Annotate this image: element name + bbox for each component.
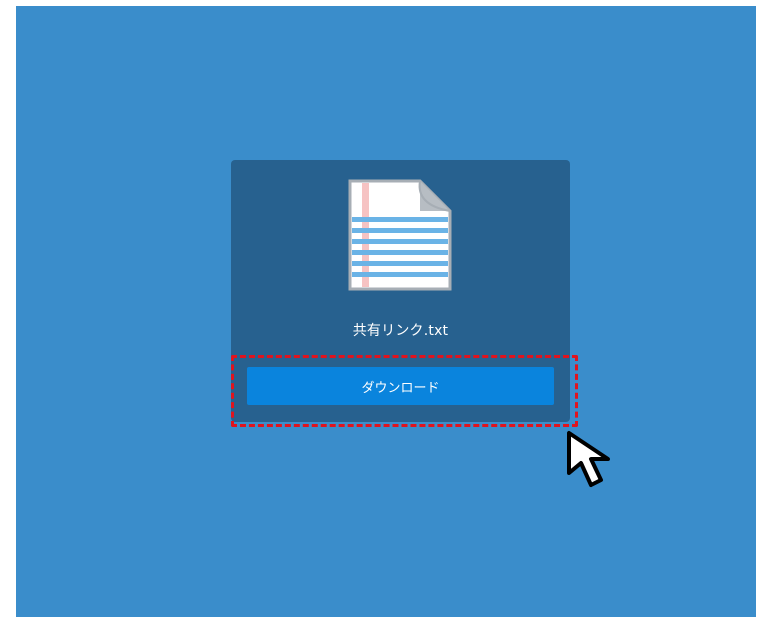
mouse-pointer-icon bbox=[567, 431, 610, 487]
file-share-card: 共有リンク.txt ダウンロード bbox=[231, 160, 570, 422]
download-button[interactable]: ダウンロード bbox=[247, 367, 554, 405]
page: 共有リンク.txt ダウンロード bbox=[0, 0, 768, 617]
text-document-icon bbox=[348, 179, 452, 291]
file-name: 共有リンク.txt bbox=[352, 323, 449, 339]
